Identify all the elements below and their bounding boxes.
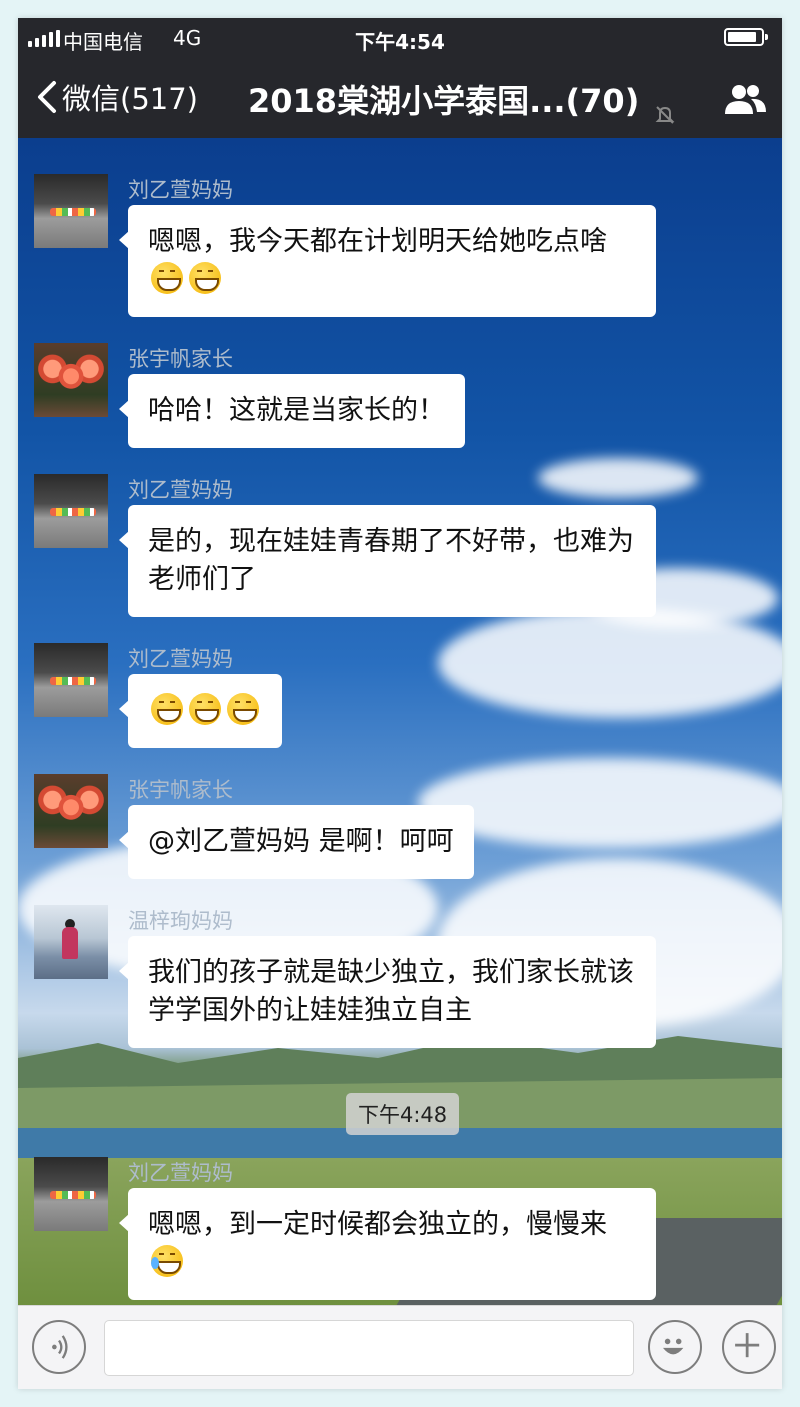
sender-name: 温梓珣妈妈 xyxy=(128,909,233,933)
message-text: 哈哈！这就是当家长的！ xyxy=(148,395,445,426)
crying-laughing-emoji-icon xyxy=(151,1245,183,1277)
phone-screen: 中国电信 4G 下午4:54 微信(517) 2018棠湖小学泰国...(70) xyxy=(18,18,782,1389)
top-bar: 中国电信 4G 下午4:54 微信(517) 2018棠湖小学泰国...(70) xyxy=(18,18,782,138)
chat-area[interactable]: 刘乙萱妈妈 嗯嗯，我今天都在计划明天给她吃点啥 张宇帆家长 哈哈！这就是当家长的… xyxy=(18,138,782,1305)
message-text: 嗯嗯，我今天都在计划明天给她吃点啥 xyxy=(148,226,607,257)
avatar[interactable] xyxy=(34,343,108,417)
message-bubble[interactable]: @刘乙萱妈妈 是啊！呵呵 xyxy=(119,805,474,879)
message-bubble[interactable]: 我们的孩子就是缺少独立，我们家长就该学学国外的让娃娃独立自主 xyxy=(119,936,656,1048)
message-text: @刘乙萱妈妈 是啊！呵呵 xyxy=(148,826,454,857)
message-text: 嗯嗯，到一定时候都会独立的，慢慢来 xyxy=(148,1209,607,1240)
back-label: 微信(517) xyxy=(62,82,198,116)
battery-icon xyxy=(724,28,768,46)
mute-icon xyxy=(655,106,675,124)
message-text: 是的，现在娃娃青春期了不好带，也难为老师们了 xyxy=(148,526,634,595)
emoji-button[interactable] xyxy=(648,1320,702,1374)
message-bubble[interactable] xyxy=(119,674,282,748)
voice-button[interactable] xyxy=(32,1320,86,1374)
message-bubble[interactable]: 嗯嗯，到一定时候都会独立的，慢慢来 xyxy=(119,1188,656,1300)
sender-name: 刘乙萱妈妈 xyxy=(128,647,233,671)
input-bar xyxy=(18,1305,782,1389)
message-bubble[interactable]: 哈哈！这就是当家长的！ xyxy=(119,374,465,448)
emoji-icon xyxy=(662,1338,684,1355)
grin-emoji-icon xyxy=(151,693,183,725)
voice-icon xyxy=(52,1335,68,1359)
chevron-left-icon xyxy=(38,81,56,113)
sender-name: 张宇帆家长 xyxy=(128,347,233,371)
status-bar: 中国电信 4G 下午4:54 xyxy=(18,18,782,58)
sender-name: 张宇帆家长 xyxy=(128,778,233,802)
message-bubble[interactable]: 是的，现在娃娃青春期了不好带，也难为老师们了 xyxy=(119,505,656,617)
cloud xyxy=(538,458,698,498)
sender-name: 刘乙萱妈妈 xyxy=(128,478,233,502)
status-time: 下午4:54 xyxy=(355,30,445,54)
avatar[interactable] xyxy=(34,174,108,248)
sender-name: 刘乙萱妈妈 xyxy=(128,1161,233,1185)
message-bubble[interactable]: 嗯嗯，我今天都在计划明天给她吃点啥 xyxy=(119,205,656,317)
grin-emoji-icon xyxy=(151,262,183,294)
grin-emoji-icon xyxy=(189,693,221,725)
avatar[interactable] xyxy=(34,774,108,848)
chat-title: 2018棠湖小学泰国...(70) xyxy=(248,82,640,120)
nav-bar: 微信(517) 2018棠湖小学泰国...(70) xyxy=(18,58,782,138)
cloud xyxy=(438,608,782,718)
sender-name: 刘乙萱妈妈 xyxy=(128,178,233,202)
avatar[interactable] xyxy=(34,905,108,979)
grin-emoji-icon xyxy=(227,693,259,725)
plus-button[interactable] xyxy=(722,1320,776,1374)
back-button[interactable]: 微信(517) xyxy=(32,76,198,118)
grin-emoji-icon xyxy=(189,262,221,294)
message-text: 我们的孩子就是缺少独立，我们家长就该学学国外的让娃娃独立自主 xyxy=(148,957,634,1026)
members-icon[interactable] xyxy=(722,82,768,116)
avatar[interactable] xyxy=(34,474,108,548)
message-input[interactable] xyxy=(104,1320,634,1376)
avatar[interactable] xyxy=(34,1157,108,1231)
timestamp-badge: 下午4:48 xyxy=(346,1093,460,1135)
avatar[interactable] xyxy=(34,643,108,717)
plus-icon xyxy=(735,1333,760,1358)
